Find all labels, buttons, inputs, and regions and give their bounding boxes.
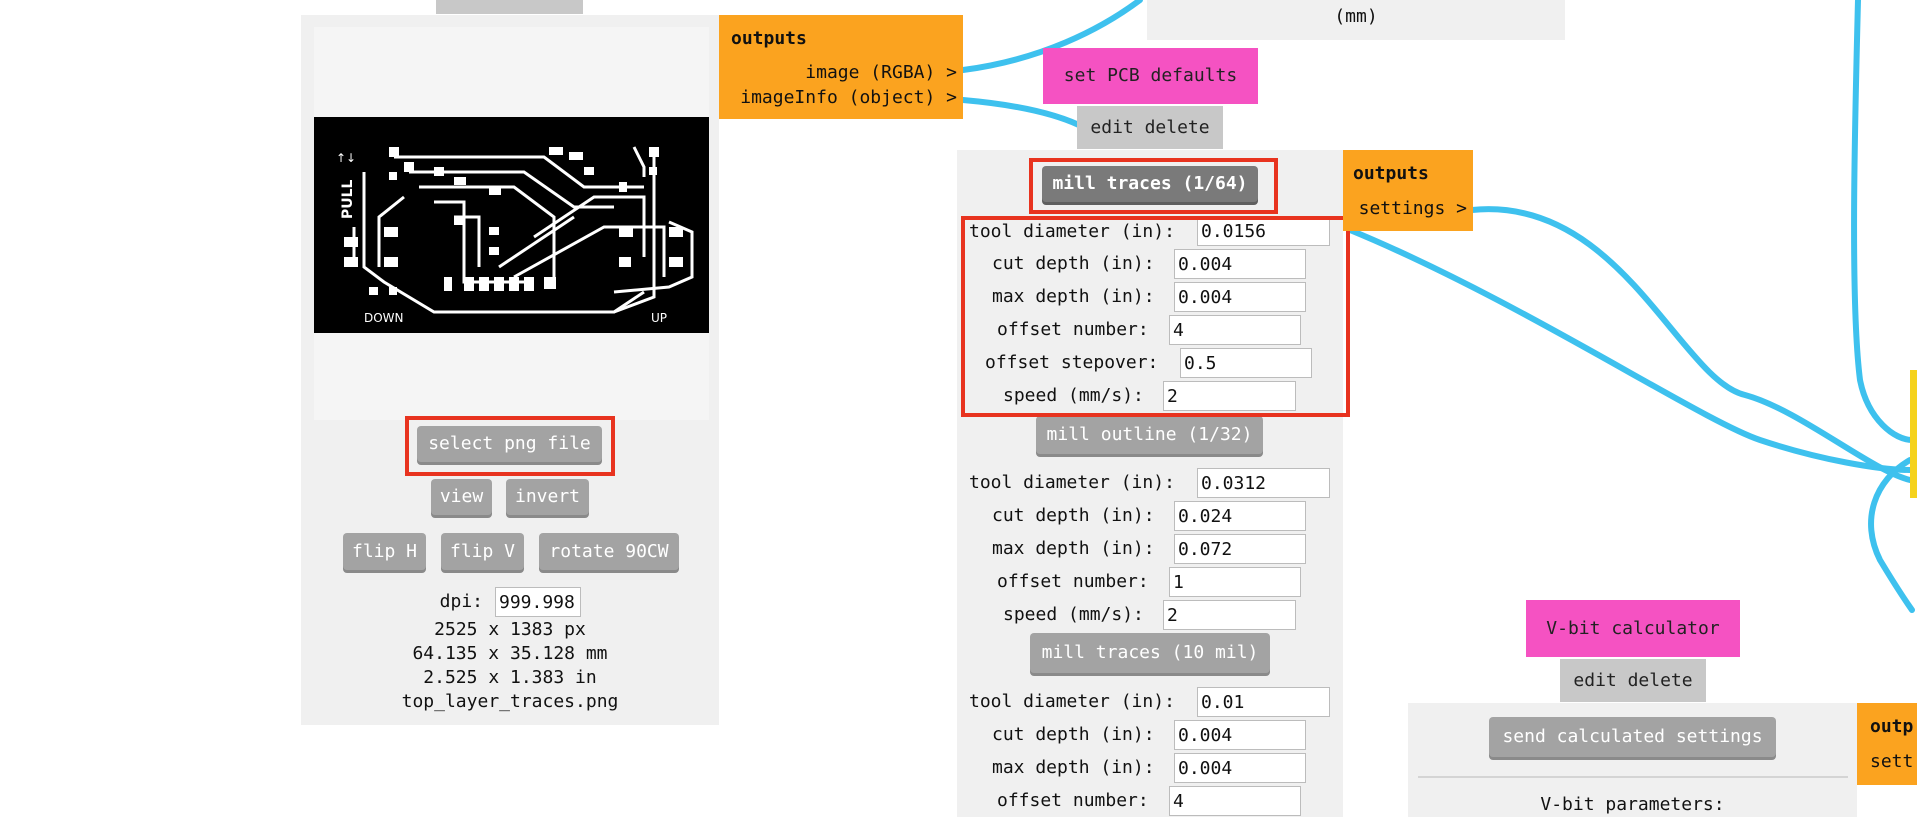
size-in: 2.525 x 1.383 in [423,667,597,688]
vbit-edit-delete[interactable]: edit delete [1560,659,1706,702]
mt10-cut-depth-label: cut depth (in): [992,724,1155,745]
vbit-outputs-title: outp [1870,716,1914,737]
output-port-image-rgba[interactable]: image (RGBA) > [805,62,957,83]
mo132-max-depth-label: max depth (in): [992,538,1155,559]
vbit-outputs-node: outp sett [1857,703,1917,785]
filename: top_layer_traces.png [401,691,619,712]
mt164-offset-stepover-label: offset stepover: [985,352,1159,373]
mt164-offset-stepover-input[interactable] [1180,348,1312,378]
mill-outline-1-32-button[interactable]: mill outline (1/32) [1036,416,1263,454]
mt164-max-depth-input[interactable] [1174,282,1306,312]
flip-v-button[interactable]: flip V [441,533,524,570]
pcb-outputs-node: outputs settings > [1343,150,1473,231]
wire-settings-2 [1347,227,1913,473]
mt164-max-depth-label: max depth (in): [992,286,1155,307]
send-calculated-settings-button[interactable]: send calculated settings [1489,717,1776,757]
image-module-header-stub [436,0,583,14]
vbit-calculator-title[interactable]: V-bit calculator [1526,600,1740,657]
mt10-offset-number-label: offset number: [997,790,1149,811]
vbit-output-port[interactable]: sett [1870,751,1913,772]
mt10-max-depth-input[interactable] [1174,753,1306,783]
image-outputs-title: outputs [731,28,807,49]
mill-traces-10mil-button[interactable]: mill traces (10 mil) [1030,633,1270,673]
output-port-settings[interactable]: settings > [1359,198,1467,219]
pcb-label-arrow: ↑↓ [336,151,356,165]
select-png-button[interactable]: select png file [417,426,602,462]
size-px: 2525 x 1383 px [434,619,586,640]
output-port-imageinfo[interactable]: imageInfo (object) > [740,87,957,108]
vbit-parameters-label: V-bit parameters: [1540,794,1725,815]
pcb-outputs-title: outputs [1353,163,1429,184]
dpi-label: dpi: [439,591,483,612]
size-mm: 64.135 x 35.128 mm [412,643,608,664]
mo132-offset-number-input[interactable] [1169,567,1301,597]
top-right-panel: (mm) [1147,0,1565,40]
units-label: (mm) [1334,6,1378,27]
mt10-cut-depth-input[interactable] [1174,720,1306,750]
wire-imageinfo-to-pcb [960,97,1088,131]
mt10-offset-number-input[interactable] [1169,786,1301,816]
mo132-speed-label: speed (mm/s): [1003,604,1144,625]
mt164-cut-depth-label: cut depth (in): [992,253,1155,274]
mt10-tool-diameter-input[interactable] [1197,687,1330,717]
mt164-offset-number-label: offset number: [997,319,1149,340]
pcb-edit-delete[interactable]: edit delete [1077,106,1223,149]
mo132-tool-diameter-input[interactable] [1197,468,1330,498]
mill-traces-1-64-button[interactable]: mill traces (1/64) [1042,166,1258,202]
flip-h-button[interactable]: flip H [343,533,426,570]
mt10-max-depth-label: max depth (in): [992,757,1155,778]
image-outputs-node: outputs image (RGBA) > imageInfo (object… [719,15,963,119]
rotate-90cw-button[interactable]: rotate 90CW [539,533,679,570]
mt164-tool-diameter-input[interactable] [1197,216,1330,246]
wire-right-vertical [1851,0,1915,443]
vbit-divider [1418,776,1848,778]
vbit-panel: send calculated settings V-bit parameter… [1408,703,1857,817]
mo132-cut-depth-input[interactable] [1174,501,1306,531]
mo132-speed-input[interactable] [1163,600,1296,630]
mo132-tool-diameter-label: tool diameter (in): [969,472,1175,493]
mt164-tool-diameter-label: tool diameter (in): [969,221,1175,242]
pcb-label-pull: PULL [340,179,356,219]
image-module-panel: PULL ↑↓ DOWN UP select png file view inv… [301,15,719,725]
mt164-offset-number-input[interactable] [1169,315,1301,345]
dpi-input[interactable] [495,587,581,617]
invert-button[interactable]: invert [506,479,589,515]
pcb-defaults-panel: mill traces (1/64) tool diameter (in): c… [957,150,1343,817]
pcb-label-down: DOWN [364,311,404,325]
pcb-defaults-title[interactable]: set PCB defaults [1043,48,1258,104]
pcb-label-up: UP [651,311,667,325]
wire-settings-1 [1469,206,1913,483]
mt164-cut-depth-input[interactable] [1174,249,1306,279]
wire-right-lower [1868,457,1915,613]
mo132-cut-depth-label: cut depth (in): [992,505,1155,526]
yellow-node-edge [1910,370,1917,498]
mo132-offset-number-label: offset number: [997,571,1149,592]
image-preview-area: PULL ↑↓ DOWN UP [314,27,709,420]
mt164-speed-input[interactable] [1163,381,1296,411]
mo132-max-depth-input[interactable] [1174,534,1306,564]
pcb-trace-image: PULL ↑↓ DOWN UP [314,117,709,333]
mt10-tool-diameter-label: tool diameter (in): [969,691,1175,712]
view-button[interactable]: view [431,479,492,515]
mt164-speed-label: speed (mm/s): [1003,385,1144,406]
